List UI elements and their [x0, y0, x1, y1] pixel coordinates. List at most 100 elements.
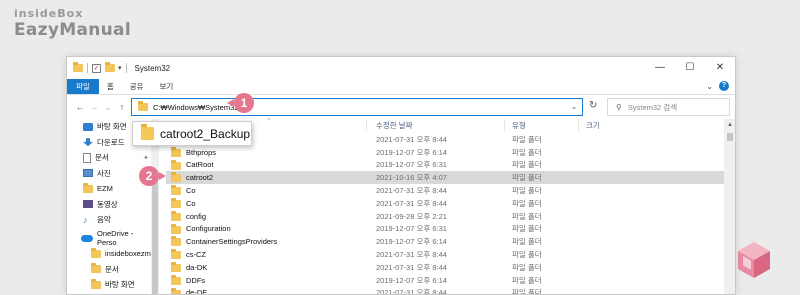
column-header-type[interactable]: 유형 [512, 120, 526, 131]
sidebar-item-music[interactable]: ♪ 음악 [67, 212, 151, 228]
tab-share[interactable]: 공유 [122, 79, 152, 94]
file-name[interactable]: catroot2 [186, 173, 213, 182]
pin-icon[interactable]: ✦ [143, 154, 149, 162]
help-icon[interactable]: ? [719, 81, 729, 91]
file-type: 파일 폴더 [512, 147, 542, 157]
refresh-icon[interactable]: ↻ [589, 100, 597, 111]
maximize-button[interactable]: ☐ [675, 57, 705, 79]
sidebar-item-onedrive[interactable]: OneDrive - Perso [67, 229, 151, 247]
table-row[interactable]: da-DK 2021-07-31 오후 8:44 파일 폴더 [166, 261, 726, 274]
chevron-down-icon[interactable]: ⌄ [101, 102, 115, 113]
table-row[interactable]: DDFs 2019-12-07 오후 6:14 파일 폴더 [166, 274, 726, 287]
up-arrow-icon[interactable]: ↑ [115, 102, 129, 112]
column-header-date[interactable]: 수정한 날짜 [376, 120, 413, 131]
forward-arrow-icon[interactable]: → [87, 102, 101, 112]
search-icon: ⚲ [616, 102, 622, 112]
table-row[interactable]: Co 2021-07-31 오후 8:44 파일 폴더 [166, 184, 726, 197]
file-name[interactable]: de-DE [186, 288, 207, 294]
file-type: 파일 폴더 [512, 173, 542, 183]
sidebar-item-documents[interactable]: 문서 ✦ [67, 150, 151, 166]
folder-icon [83, 182, 93, 193]
folder-icon [171, 159, 181, 170]
title-bar: ✓ ▾ System32 — ☐ ✕ [67, 57, 735, 79]
sidebar-item-label: 다운로드 [97, 137, 125, 147]
brand-logo: insideBox EazyManual [14, 8, 131, 39]
minimize-button[interactable]: — [645, 57, 675, 79]
file-name[interactable]: da-DK [186, 263, 207, 272]
table-row[interactable]: CatRoot 2019-12-07 오후 6:31 파일 폴더 [166, 159, 726, 172]
file-date: 2021-10-16 오후 4:07 [376, 173, 447, 183]
column-header-size[interactable]: 크기 [586, 120, 600, 131]
divider[interactable] [366, 119, 367, 131]
properties-icon[interactable]: ✓ [92, 63, 101, 73]
tab-view[interactable]: 보기 [152, 79, 182, 94]
sidebar-item-ezm[interactable]: EZM [67, 181, 151, 197]
music-icon: ♪ [83, 214, 88, 225]
drag-rename-tooltip: catroot2_Backup [132, 121, 252, 146]
divider [125, 63, 127, 73]
picture-icon [83, 169, 93, 178]
search-box[interactable]: ⚲ System32 검색 [607, 98, 730, 116]
sidebar-item-label: insideboxezm [105, 249, 151, 259]
back-arrow-icon[interactable]: ← [73, 102, 87, 112]
file-name[interactable]: Co [186, 186, 196, 195]
table-row[interactable]: Bthprops 2019-12-07 오후 6:14 파일 폴더 [166, 146, 726, 159]
file-name[interactable]: Configuration [186, 224, 231, 233]
marker-pointer [227, 99, 234, 107]
table-row[interactable]: catroot2 2021-10-16 오후 4:07 파일 폴더 [166, 171, 726, 185]
file-name[interactable]: cs-CZ [186, 250, 206, 259]
marker-pointer [159, 172, 166, 180]
file-type: 파일 폴더 [512, 288, 542, 295]
sidebar-item-label: 동영상 [97, 199, 118, 209]
sidebar-item-label: 음악 [97, 215, 111, 225]
sidebar-item-od-desktop[interactable]: 바탕 화면 [67, 277, 151, 293]
table-row[interactable]: config 2021-09-28 오후 2:21 파일 폴더 [166, 210, 726, 223]
tab-file[interactable]: 파일 [67, 79, 99, 94]
scroll-thumb[interactable] [727, 133, 733, 141]
chevron-down-icon[interactable]: ▾ [118, 64, 122, 72]
folder-icon [141, 124, 154, 140]
chevron-down-icon[interactable]: ⌄ [571, 103, 577, 111]
file-date: 2019-12-07 오후 6:31 [376, 224, 447, 234]
sidebar-item-insideboxezm[interactable]: insideboxezm [67, 246, 151, 262]
table-row[interactable]: Configuration 2019-12-07 오후 6:31 파일 폴더 [166, 223, 726, 236]
file-type: 파일 폴더 [512, 250, 542, 260]
file-name[interactable]: DDFs [186, 276, 205, 285]
file-type: 파일 폴더 [512, 237, 542, 247]
file-name[interactable]: config [186, 212, 206, 221]
brand-line1: insideBox [14, 7, 84, 20]
file-rows: Boot2021-07-31 오후 8:44파일 폴더Bthprops2019-… [166, 133, 726, 295]
table-row[interactable]: Co 2021-07-31 오후 8:44 파일 폴더 [166, 197, 726, 210]
address-bar[interactable]: C:₩Windows₩System32 ⌄ [131, 98, 583, 116]
file-type: 파일 폴더 [512, 160, 542, 170]
sidebar-item-label: EZM [97, 184, 113, 194]
new-folder-icon[interactable] [105, 62, 115, 72]
file-name[interactable]: CatRoot [186, 160, 214, 169]
file-name[interactable]: Co [186, 199, 196, 208]
file-list-scrollbar[interactable]: ▲ [724, 119, 735, 294]
divider[interactable] [578, 119, 579, 131]
scroll-up-icon[interactable]: ▲ [727, 122, 733, 128]
sidebar-item-videos[interactable]: 동영상 [67, 197, 151, 213]
table-row[interactable]: de-DE 2021-07-31 오후 8:44 파일 폴더 [166, 287, 726, 295]
table-row[interactable]: cs-CZ 2021-07-31 오후 8:44 파일 폴더 [166, 248, 726, 261]
folder-icon [171, 274, 181, 285]
search-placeholder[interactable]: System32 검색 [628, 102, 677, 113]
folder-icon [171, 287, 181, 294]
brand-line2: EazyManual [14, 20, 131, 40]
tooltip-label: catroot2_Backup [160, 126, 251, 141]
file-type: 파일 폴더 [512, 211, 542, 221]
file-type: 파일 폴더 [512, 262, 542, 272]
file-name[interactable]: Bthprops [186, 148, 216, 157]
table-row[interactable]: ContainerSettingsProviders 2019-12-07 오후 … [166, 235, 726, 248]
address-path[interactable]: C:₩Windows₩System32 [153, 103, 238, 112]
folder-icon [91, 278, 101, 289]
divider[interactable] [504, 119, 505, 131]
chevron-down-icon[interactable]: ⌄ [706, 82, 713, 91]
explorer-window: ✓ ▾ System32 — ☐ ✕ 파일 홈 공유 보기 ⌄ ? ← → ⌄ … [66, 56, 736, 295]
tab-home[interactable]: 홈 [99, 79, 122, 94]
sidebar-item-od-documents[interactable]: 문서 [67, 262, 151, 278]
file-type: 파일 폴더 [512, 224, 542, 234]
close-button[interactable]: ✕ [705, 57, 735, 79]
file-name[interactable]: ContainerSettingsProviders [186, 237, 277, 246]
